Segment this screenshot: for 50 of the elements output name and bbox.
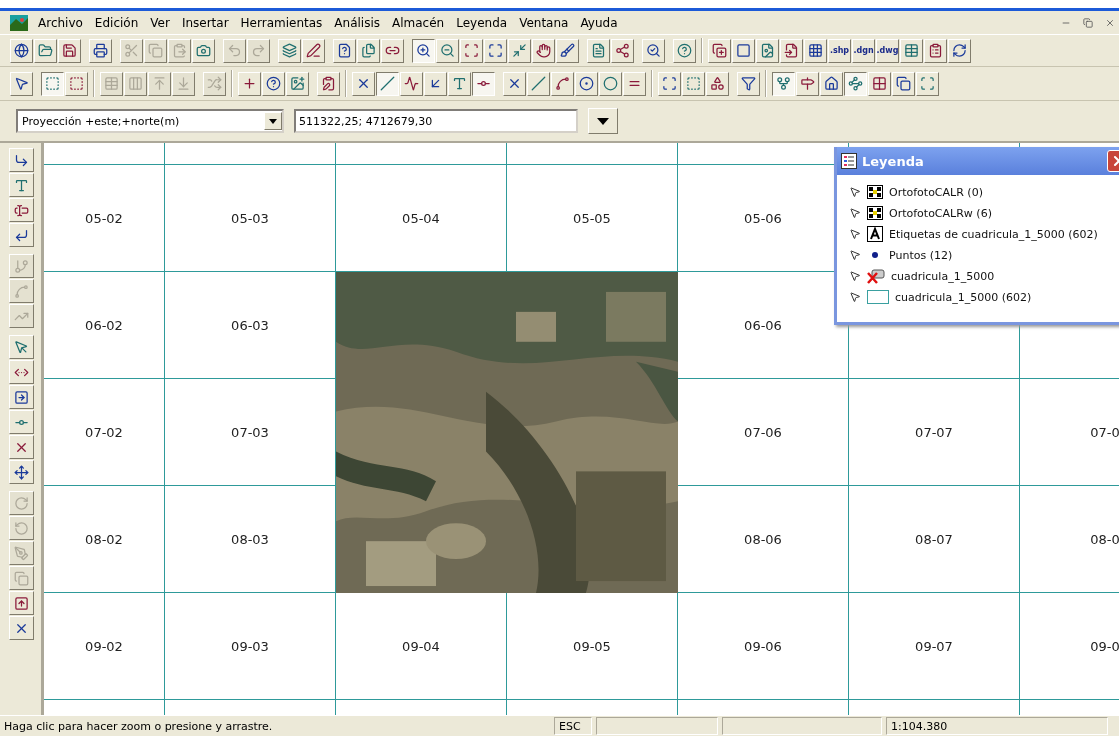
coordinates-field[interactable]: 511322,25; 4712679,30 [294, 109, 578, 133]
grid-label: 05-04 [402, 210, 440, 226]
grid-label: 07-07 [915, 424, 953, 440]
status-message: Haga clic para hacer zoom o presione y arrastre. [3, 718, 274, 735]
grid-label: 07-06 [744, 424, 782, 440]
window-title: Leyenda [862, 153, 924, 169]
grid-label: 09-02 [85, 638, 123, 654]
grid-label: 09-06 [744, 638, 782, 654]
grid-label: 05-03 [231, 210, 269, 226]
menu-item[interactable]: Almacén [386, 15, 451, 30]
grid-label: 08-03 [231, 531, 269, 547]
projection-dropdown[interactable]: Proyección +este;+norte(m) [16, 109, 284, 133]
layer-name[interactable]: Puntos (12) [889, 248, 953, 262]
grid-label: 08-06 [744, 531, 782, 547]
toolbar-button[interactable]: .dwg [876, 38, 899, 63]
scale-indicator: 1:104.380 [886, 717, 1108, 735]
grid-label: 05-06 [744, 210, 782, 226]
menu-item[interactable]: Insertar [175, 15, 235, 30]
grid-label: 06-03 [231, 317, 269, 333]
menu-item[interactable]: Ventana [513, 15, 575, 30]
grid-label: 08-07 [915, 531, 953, 547]
toolbar-button[interactable]: .shp [828, 38, 851, 63]
grid-label: 07-02 [85, 424, 123, 440]
grid-label: 07-03 [231, 424, 269, 440]
layer-name[interactable]: cuadricula_1_5000 [891, 269, 995, 283]
layer-name[interactable]: OrtofotoCALR (0) [889, 185, 983, 199]
grid-label: 05-05 [573, 210, 611, 226]
grid-label: 09-07 [915, 638, 953, 654]
menu-item[interactable]: Análisis [328, 15, 387, 30]
grid-label: 09-03 [231, 638, 269, 654]
grid-label: 05-02 [85, 210, 123, 226]
grid-label: 06-06 [744, 317, 782, 333]
grid-label: 09-05 [573, 638, 611, 654]
grid-label: 07-0 [1090, 424, 1119, 440]
menu-item[interactable]: Edición [88, 15, 145, 30]
menu-item[interactable]: Ver [144, 15, 176, 30]
menu-item[interactable]: Ayuda [574, 15, 624, 30]
grid-label: 06-02 [85, 317, 123, 333]
layer-name[interactable]: OrtofotoCALRw (6) [889, 206, 992, 220]
menu-item[interactable]: Herramientas [234, 15, 329, 30]
menu-item[interactable]: Archivo [32, 15, 89, 30]
grid-label: 09-0 [1090, 638, 1119, 654]
key-indicator: ESC [554, 717, 592, 735]
layer-name[interactable]: cuadricula_1_5000 (602) [895, 290, 1032, 304]
grid-label: 08-02 [85, 531, 123, 547]
grid-label: 09-04 [402, 638, 440, 654]
toolbar-button[interactable]: .dgn [852, 38, 875, 63]
layer-name[interactable]: Etiquetas de cuadricula_1_5000 (602) [889, 227, 1098, 241]
grid-label: 08-0 [1090, 531, 1119, 547]
menu-item[interactable]: Leyenda [450, 15, 514, 30]
